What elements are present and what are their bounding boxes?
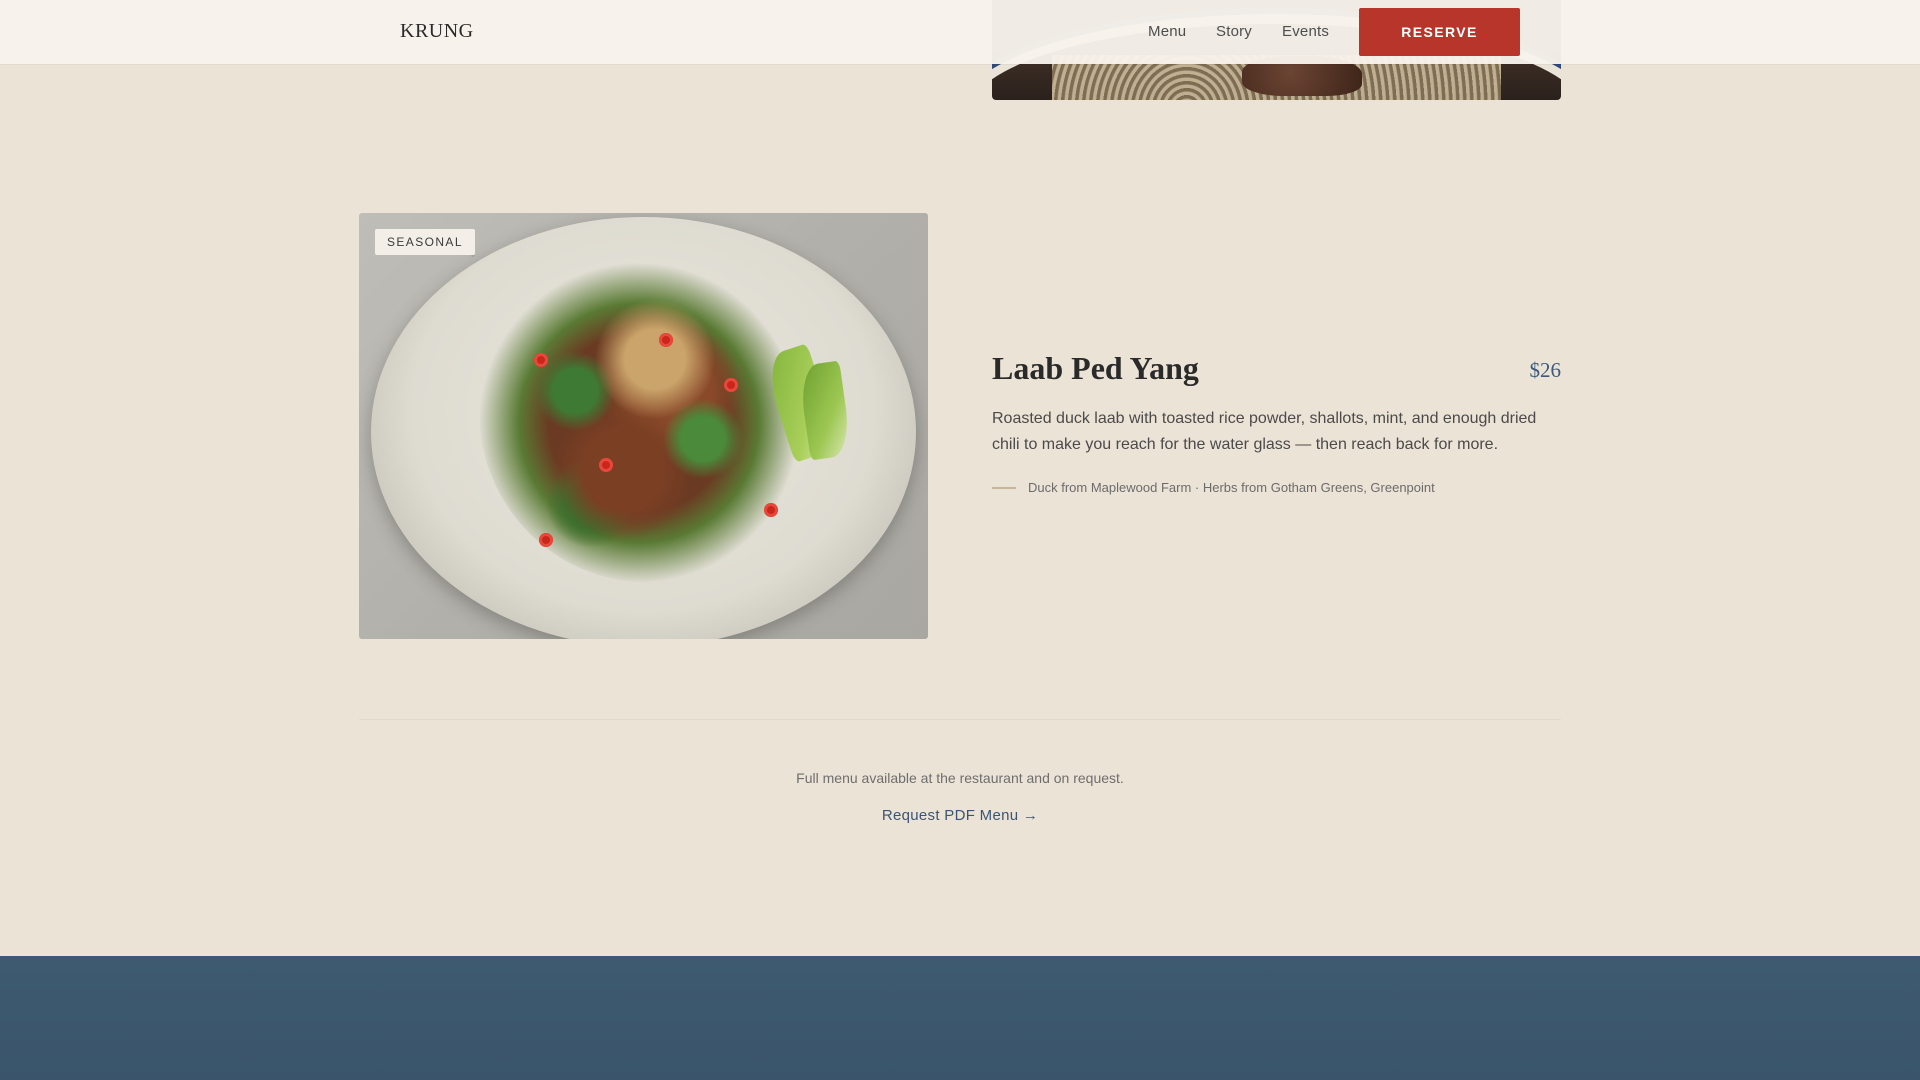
sourcing-note: Duck from Maplewood Farm · Herbs from Go… <box>1028 480 1435 495</box>
chili-slice <box>534 353 548 367</box>
section-divider <box>359 719 1561 720</box>
logo[interactable]: KRUNG <box>400 20 474 43</box>
request-pdf-menu-link[interactable]: Request PDF Menu → <box>0 807 1920 824</box>
site-header: KRUNG Menu Story Events RESERVE <box>0 0 1920 64</box>
seasonal-badge: SEASONAL <box>375 229 475 255</box>
chili-slice <box>724 378 738 392</box>
nav-events[interactable]: Events <box>1282 23 1329 40</box>
footer-section <box>0 956 1920 1080</box>
dish-image: SEASONAL <box>359 213 928 639</box>
dish-price: $26 <box>1529 358 1562 382</box>
chili-slice <box>659 333 673 347</box>
reserve-button[interactable]: RESERVE <box>1359 8 1520 56</box>
menu-availability-note: Full menu available at the restaurant an… <box>796 770 1124 786</box>
dish-description: Roasted duck laab with toasted rice powd… <box>992 410 1537 453</box>
chili-slice <box>539 533 553 547</box>
nav-story[interactable]: Story <box>1216 23 1252 40</box>
sourcing-divider <box>992 487 1016 489</box>
chili-slice <box>764 503 778 517</box>
dish-title: Laab Ped Yang <box>992 350 1199 386</box>
chili-slice <box>599 458 613 472</box>
nav-menu[interactable]: Menu <box>1148 23 1186 40</box>
